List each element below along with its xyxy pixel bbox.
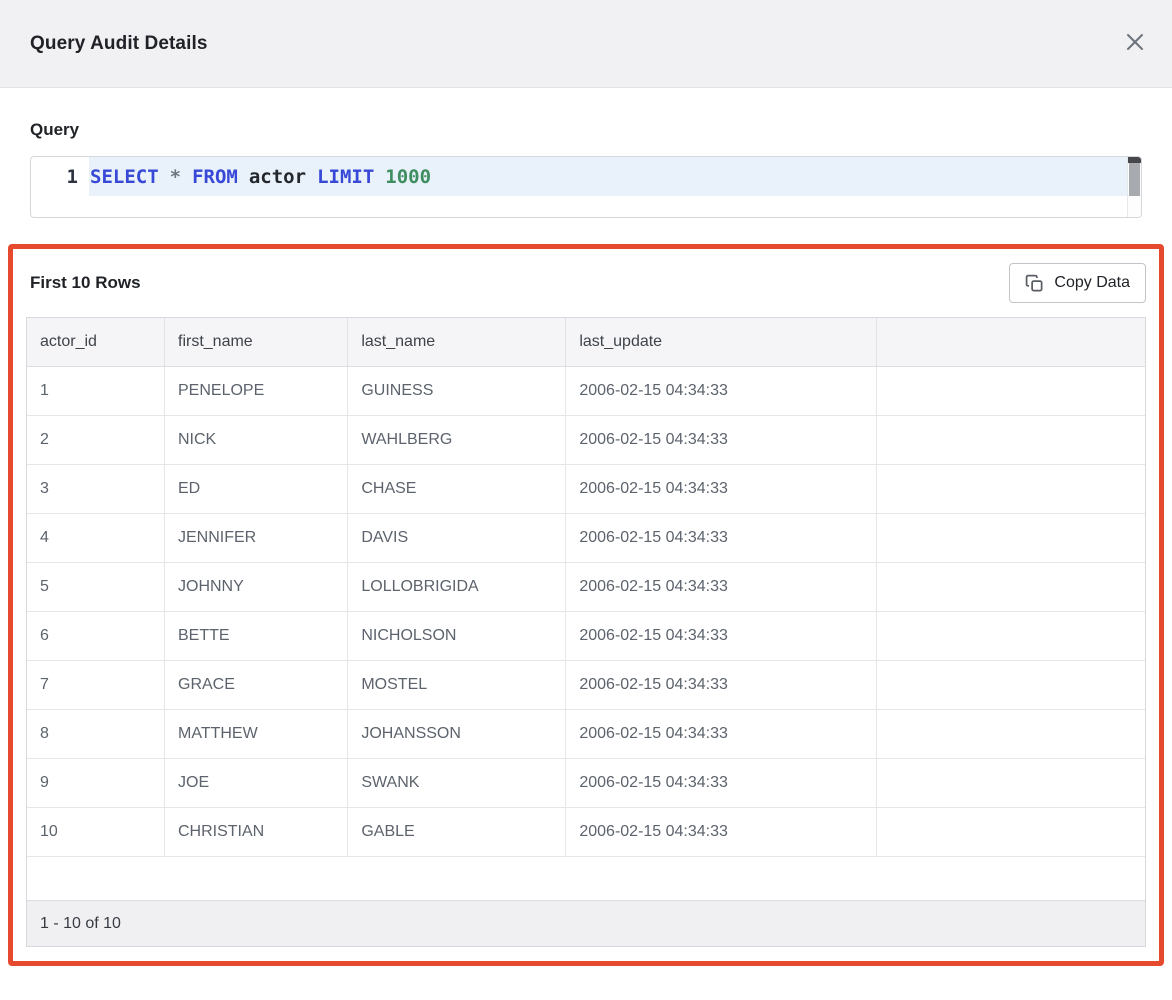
close-button[interactable] (1120, 29, 1150, 59)
table-cell: LOLLOBRIGIDA (348, 562, 566, 611)
table-cell: 5 (27, 562, 165, 611)
table-cell: ED (165, 464, 348, 513)
table-cell: 2 (27, 415, 165, 464)
table-cell: 6 (27, 611, 165, 660)
table-cell (877, 611, 1145, 660)
table-cell: 4 (27, 513, 165, 562)
editor-code-area: SELECT * FROM actor LIMIT 1000 (89, 157, 1127, 217)
table-cell: SWANK (348, 758, 566, 807)
column-header-last_name: last_name (348, 318, 566, 366)
table-cell: 2006-02-15 04:34:33 (566, 415, 877, 464)
table-cell: DAVIS (348, 513, 566, 562)
table-row: 5JOHNNYLOLLOBRIGIDA2006-02-15 04:34:33 (27, 562, 1145, 611)
table-cell: GRACE (165, 660, 348, 709)
sql-keyword-select: SELECT (90, 166, 159, 188)
sql-star-operator: * (170, 166, 181, 188)
table-cell: WAHLBERG (348, 415, 566, 464)
sql-limit-value: 1000 (385, 166, 431, 188)
table-row: 10CHRISTIANGABLE2006-02-15 04:34:33 (27, 807, 1145, 856)
table-cell: 2006-02-15 04:34:33 (566, 758, 877, 807)
table-cell: 3 (27, 464, 165, 513)
table-cell: CHASE (348, 464, 566, 513)
column-header-empty (877, 318, 1145, 366)
table-cell (877, 660, 1145, 709)
table-cell: NICK (165, 415, 348, 464)
copy-icon (1025, 274, 1044, 293)
table-cell: GABLE (348, 807, 566, 856)
editor-scrollbar[interactable] (1127, 157, 1141, 217)
table-cell: MOSTEL (348, 660, 566, 709)
table-cell: 10 (27, 807, 165, 856)
copy-data-button[interactable]: Copy Data (1009, 263, 1146, 303)
copy-data-label: Copy Data (1054, 274, 1130, 292)
query-section-label: Query (30, 120, 1142, 140)
table-cell: BETTE (165, 611, 348, 660)
table-cell: JOHNNY (165, 562, 348, 611)
table-cell (877, 758, 1145, 807)
table-cell (877, 562, 1145, 611)
table-row: 3EDCHASE2006-02-15 04:34:33 (27, 464, 1145, 513)
table-cell: 7 (27, 660, 165, 709)
sql-code-editor[interactable]: 1 SELECT * FROM actor LIMIT 1000 (30, 156, 1142, 218)
table-footer: 1 - 10 of 10 (27, 900, 1145, 946)
table-cell: 1 (27, 366, 165, 415)
table-cell: JOHANSSON (348, 709, 566, 758)
table-cell (877, 513, 1145, 562)
table-cell: 2006-02-15 04:34:33 (566, 562, 877, 611)
table-cell: JOE (165, 758, 348, 807)
modal-title: Query Audit Details (30, 33, 208, 55)
scrollbar-thumb[interactable] (1129, 163, 1140, 196)
table-cell: 2006-02-15 04:34:33 (566, 660, 877, 709)
table-row: 8MATTHEWJOHANSSON2006-02-15 04:34:33 (27, 709, 1145, 758)
table-cell: 8 (27, 709, 165, 758)
table-cell: CHRISTIAN (165, 807, 348, 856)
table-cell (877, 464, 1145, 513)
column-header-first_name: first_name (165, 318, 348, 366)
table-cell: 2006-02-15 04:34:33 (566, 611, 877, 660)
table-cell: 2006-02-15 04:34:33 (566, 709, 877, 758)
table-cell (877, 366, 1145, 415)
table-row: 1PENELOPEGUINESS2006-02-15 04:34:33 (27, 366, 1145, 415)
table-row: 9JOESWANK2006-02-15 04:34:33 (27, 758, 1145, 807)
table-header-row: actor_idfirst_namelast_namelast_update (27, 318, 1145, 366)
table-cell (877, 415, 1145, 464)
table-cell: JENNIFER (165, 513, 348, 562)
table-cell: GUINESS (348, 366, 566, 415)
table-cell: 2006-02-15 04:34:33 (566, 513, 877, 562)
table-cell: MATTHEW (165, 709, 348, 758)
table-row: 6BETTENICHOLSON2006-02-15 04:34:33 (27, 611, 1145, 660)
editor-line-number-gutter: 1 (31, 157, 89, 217)
table-cell: 9 (27, 758, 165, 807)
table-empty-space (27, 857, 1145, 901)
highlight-annotation: First 10 Rows Copy Data actor_idfirst_na… (8, 244, 1164, 966)
sql-statement-line: SELECT * FROM actor LIMIT 1000 (89, 157, 1127, 196)
table-cell (877, 807, 1145, 856)
table-cell (877, 709, 1145, 758)
results-title: First 10 Rows (30, 273, 141, 293)
sql-table-name: actor (249, 166, 306, 188)
close-icon (1124, 31, 1146, 56)
line-number: 1 (31, 157, 89, 196)
modal-header: Query Audit Details (0, 0, 1172, 88)
table-cell: 2006-02-15 04:34:33 (566, 366, 877, 415)
table-cell: PENELOPE (165, 366, 348, 415)
sql-keyword-from: FROM (192, 166, 238, 188)
column-header-actor_id: actor_id (27, 318, 165, 366)
table-row: 7GRACEMOSTEL2006-02-15 04:34:33 (27, 660, 1145, 709)
results-header: First 10 Rows Copy Data (26, 261, 1146, 305)
results-table-container: actor_idfirst_namelast_namelast_update 1… (26, 317, 1146, 947)
table-row: 2NICKWAHLBERG2006-02-15 04:34:33 (27, 415, 1145, 464)
pagination-summary: 1 - 10 of 10 (40, 915, 121, 933)
table-cell: 2006-02-15 04:34:33 (566, 807, 877, 856)
table-cell: 2006-02-15 04:34:33 (566, 464, 877, 513)
sql-keyword-limit: LIMIT (317, 166, 374, 188)
results-table: actor_idfirst_namelast_namelast_update 1… (27, 318, 1145, 857)
column-header-last_update: last_update (566, 318, 877, 366)
table-cell: NICHOLSON (348, 611, 566, 660)
table-row: 4JENNIFERDAVIS2006-02-15 04:34:33 (27, 513, 1145, 562)
